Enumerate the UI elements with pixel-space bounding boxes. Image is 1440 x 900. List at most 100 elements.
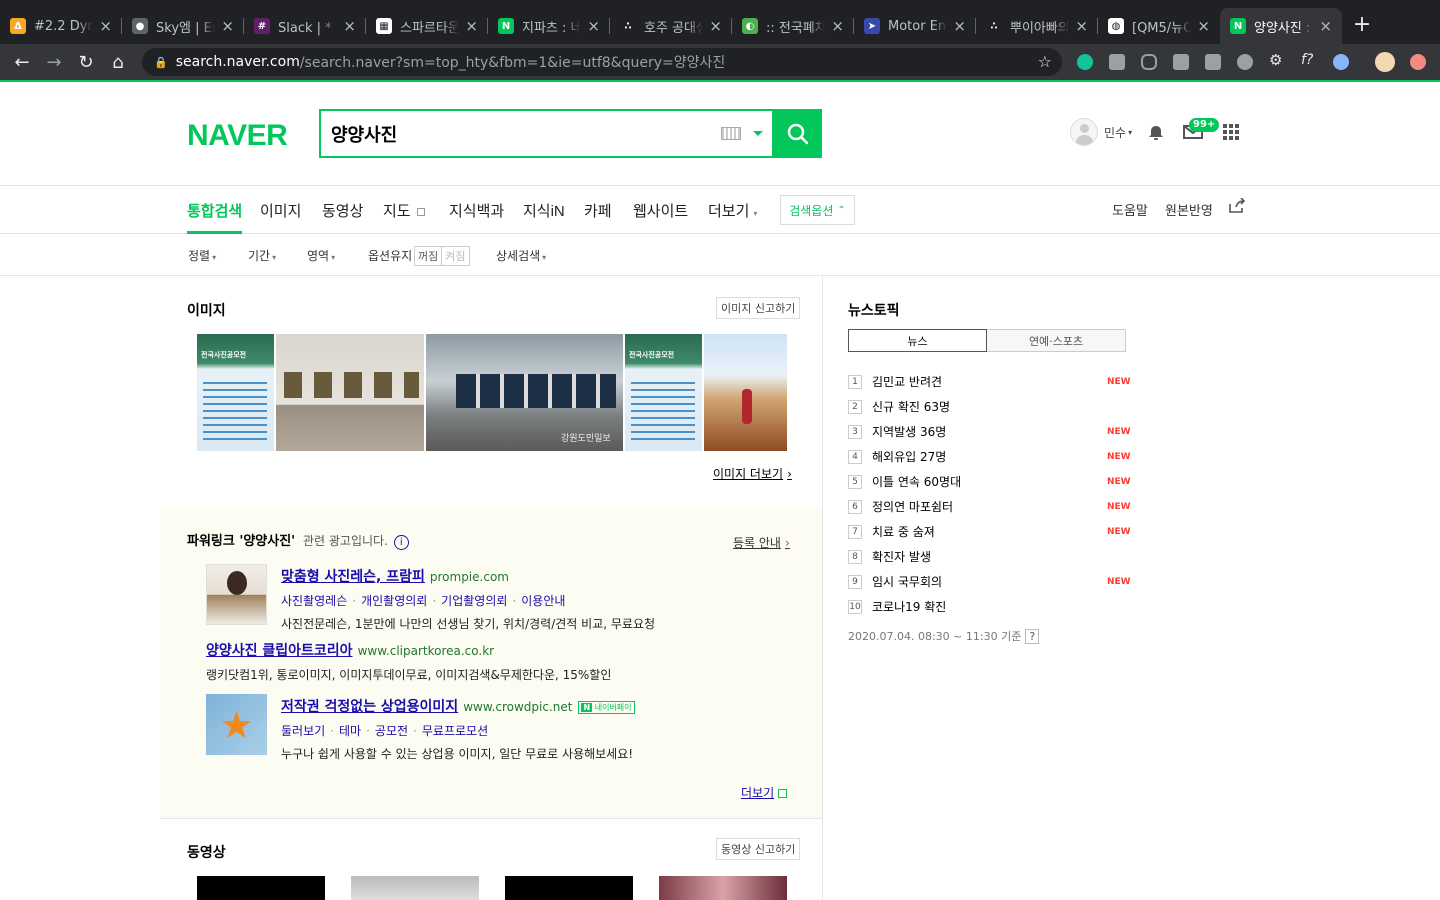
filter-detail[interactable]: 상세검색 ▾ [496,247,546,264]
close-icon[interactable]: × [831,17,844,35]
tab-kin[interactable]: 지식iN [523,200,565,221]
filter-period[interactable]: 기간 ▾ [248,247,276,264]
close-icon[interactable]: × [709,17,722,35]
vpn-extension-icon[interactable] [1333,54,1349,70]
close-icon[interactable]: × [221,17,234,35]
news-item[interactable]: 9 임시 국무회의 NEW [848,569,1131,594]
tab-cafe[interactable]: 카페 [584,200,612,221]
search-options-button[interactable]: 검색옵션 ⌃ [780,195,855,225]
ad-thumb-prompie[interactable] [206,564,267,625]
register-link[interactable]: 등록 안내 › [733,534,790,551]
video-report-button[interactable]: 동영상 신고하기 [716,838,801,860]
ad-sitelink[interactable]: 사진촬영레슨 [281,594,347,608]
home-icon[interactable]: ⌂ [102,52,134,73]
extension-icon[interactable] [1109,54,1125,70]
close-icon[interactable]: × [587,17,600,35]
news-item[interactable]: 2 신규 확진 63명 [848,394,1128,419]
news-item[interactable]: 5 이틀 연속 60명대 NEW [848,469,1131,494]
toggle-on[interactable]: 켜짐 [442,246,470,266]
tab-map[interactable]: 지도 [383,200,425,221]
close-icon[interactable]: × [1319,17,1332,35]
tab-encyclopedia[interactable]: 지식백과 [449,200,504,221]
search-button[interactable] [773,109,822,158]
keyboard-icon[interactable] [721,127,741,140]
grammarly-icon[interactable] [1077,54,1093,70]
close-icon[interactable]: × [343,17,356,35]
tab-video[interactable]: 동영상 [322,200,363,221]
ad-sitelink[interactable]: 기업촬영의뢰 [441,594,507,608]
browser-tab[interactable]: ◐:: 전국폐차장 × [732,8,854,44]
autocomplete-toggle-icon[interactable] [753,131,763,136]
naver-logo[interactable]: NAVER [187,119,288,153]
ad-title-link[interactable]: 저작권 걱정없는 상업용이미지 [281,699,458,715]
image-thumb-poster[interactable]: 전국사진공모전 [197,334,274,451]
news-headline[interactable]: 이틀 연속 60명대 [872,473,961,490]
help-icon[interactable]: ? [1025,629,1040,644]
close-icon[interactable]: × [465,17,478,35]
original-link[interactable]: 원본반영 [1165,200,1213,219]
news-headline[interactable]: 임시 국무회의 [872,573,942,590]
video-thumb[interactable] [505,876,633,900]
ad-thumb-crowdpic[interactable]: ★ [206,694,267,755]
ad-sitelink[interactable]: 테마 [339,724,361,738]
image-report-button[interactable]: 이미지 신고하기 [716,297,801,319]
ad-title-link[interactable]: 맞춤형 사진레슨, 프람피 [281,569,425,585]
apps-grid-icon[interactable] [1223,124,1239,144]
news-headline[interactable]: 지역발생 36명 [872,423,946,440]
news-item[interactable]: 8 확진자 발생 [848,544,1128,569]
close-icon[interactable]: × [99,17,112,35]
bookmark-star-icon[interactable]: ☆ [1038,52,1052,71]
news-item[interactable]: 1 김민교 반려견 NEW [848,369,1131,394]
mouse-extension-icon[interactable] [1141,54,1157,70]
image-thumb-exhibition-hall[interactable]: 강원도민일보 [426,334,623,451]
browser-tab[interactable]: ◍ [QM5/뉴QM × [1098,8,1220,44]
ad-sitelink[interactable]: 공모전 [375,724,408,738]
toggle-off[interactable]: 꺼짐 [414,246,443,266]
image-thumb-gallery[interactable] [276,334,424,451]
news-item[interactable]: 3 지역발생 36명 NEW [848,419,1131,444]
ad-url[interactable]: www.crowdpic.net [463,700,572,714]
search-input[interactable] [331,123,711,144]
news-headline[interactable]: 치료 중 숨져 [872,523,935,540]
formula-extension-icon[interactable]: f? [1301,52,1317,68]
browser-tab[interactable]: ● Sky엠 | Eng × [122,8,244,44]
tab-images[interactable]: 이미지 [260,200,301,221]
news-headline[interactable]: 확진자 발생 [872,548,931,565]
news-item[interactable]: 6 정의연 마포쉼터 NEW [848,494,1131,519]
video-thumb[interactable] [659,876,787,900]
news-headline[interactable]: 해외유입 27명 [872,448,946,465]
browser-tab[interactable]: ▦ 스파르타운프 × [366,8,488,44]
tab-entertainment-sports[interactable]: 연예·스포츠 [987,329,1126,352]
news-item[interactable]: 7 치료 중 숨져 NEW [848,519,1131,544]
news-headline[interactable]: 코로나19 확진 [872,598,946,615]
image-thumb-boardwalk[interactable] [704,334,787,451]
browser-tab[interactable]: N 지파츠 : 네이 × [488,8,610,44]
user-menu[interactable]: 민수 ▾ [1070,118,1132,146]
browser-tab[interactable]: Δ #2.2 Dyna × [0,8,122,44]
help-link[interactable]: 도움말 [1112,200,1148,219]
address-bar[interactable]: 🔒 search.naver.com/search.naver?sm=top_h… [142,48,1062,76]
close-icon[interactable]: × [1075,17,1088,35]
video-thumb[interactable] [197,876,325,900]
tab-website[interactable]: 웹사이트 [633,200,688,221]
ad-url[interactable]: prompie.com [430,570,509,584]
filter-area[interactable]: 영역 ▾ [307,247,335,264]
profile-avatar[interactable] [1375,52,1395,72]
filter-sort[interactable]: 정렬 ▾ [188,247,216,264]
update-icon[interactable] [1410,54,1426,70]
pen-extension-icon[interactable] [1237,54,1253,70]
back-icon[interactable]: ← [6,52,38,73]
bell-icon[interactable] [1147,124,1165,146]
video-thumb[interactable] [351,876,479,900]
ad-sitelink[interactable]: 무료프로모션 [422,724,488,738]
tag-extension-icon[interactable] [1205,54,1221,70]
share-icon[interactable] [1228,197,1246,218]
news-item[interactable]: 10 코로나19 확진 [848,594,1128,619]
news-item[interactable]: 4 해외유입 27명 NEW [848,444,1131,469]
browser-tab[interactable]: ➤ Motor Eng × [854,8,976,44]
powerlink-more-link[interactable]: 더보기 [741,784,788,801]
gear-icon[interactable]: ⚙ [1269,51,1285,69]
tab-integrated[interactable]: 통합검색 [187,200,243,234]
ad-sitelink[interactable]: 개인촬영의뢰 [361,594,427,608]
tab-news[interactable]: 뉴스 [848,329,987,352]
